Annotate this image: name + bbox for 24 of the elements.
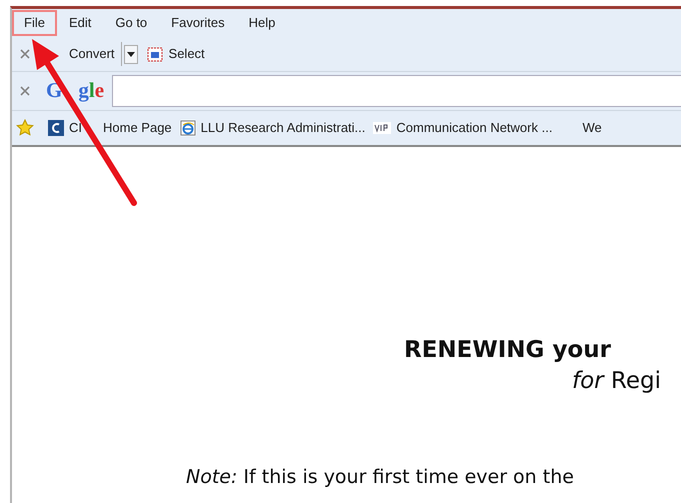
bookmark-link[interactable]: LLU Research Administrati... [180, 118, 366, 138]
menu-item[interactable]: File [12, 10, 57, 36]
bookmark-link[interactable]: Communication Network ... [373, 118, 552, 138]
select-icon [146, 45, 165, 63]
note-text: Note: If this is your first time ever on the [186, 465, 575, 490]
menu-item[interactable]: Go to [103, 10, 160, 36]
bookmark-link[interactable]: CI Home Page [48, 118, 172, 138]
bookmark-link[interactable]: We [582, 118, 602, 138]
site-icon [373, 122, 392, 134]
favorites-star-icon[interactable] [16, 119, 34, 137]
close-icon[interactable] [20, 86, 30, 96]
close-icon[interactable] [20, 49, 30, 59]
document-subtitle: for Regi [572, 368, 662, 396]
c-logo-icon [48, 120, 64, 136]
toolbar-button[interactable]: Select [144, 42, 208, 66]
dropdown-button[interactable] [124, 44, 138, 64]
search-field[interactable] [112, 75, 681, 107]
toolbar-button[interactable]: Convert [66, 42, 122, 66]
browser-icon [180, 120, 196, 136]
menu-item[interactable]: Favorites [159, 10, 237, 36]
menu-item[interactable]: Edit [56, 10, 104, 36]
document-title: RENEWING your [404, 336, 612, 365]
caret-icon [126, 52, 135, 56]
menu-item[interactable]: Help [236, 10, 288, 36]
